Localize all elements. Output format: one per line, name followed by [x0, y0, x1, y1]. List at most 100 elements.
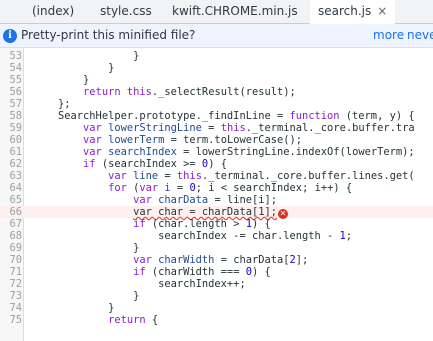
- code-token: }: [33, 242, 140, 254]
- code-line[interactable]: 72 searchIndex++;: [0, 278, 433, 290]
- code-line[interactable]: 70 var charWidth = charData[2];: [0, 254, 433, 266]
- code-token: ) {: [208, 158, 227, 170]
- code-token: searchIndex++;: [33, 278, 246, 290]
- line-number[interactable]: 66: [0, 206, 22, 218]
- never-link[interactable]: neve: [407, 24, 433, 47]
- code-line[interactable]: 75 return {: [0, 314, 433, 326]
- code-line[interactable]: 64 for (var i = 0; i < searchIndex; i++)…: [0, 182, 433, 194]
- code-token: var: [83, 122, 102, 134]
- pretty-print-infobar: i Pretty-print this minified file? more …: [0, 24, 433, 48]
- code-token: this: [220, 122, 246, 134]
- code-text: }: [33, 62, 114, 74]
- more-link[interactable]: more: [373, 24, 404, 47]
- line-number[interactable]: 64: [0, 182, 22, 194]
- code-line[interactable]: 63 var line = this._terminal._core.buffe…: [0, 170, 433, 182]
- line-number[interactable]: 61: [0, 146, 22, 158]
- code-line[interactable]: 53 }: [0, 50, 433, 62]
- line-number[interactable]: 62: [0, 158, 22, 170]
- line-number[interactable]: 58: [0, 110, 22, 122]
- code-line[interactable]: 74 }: [0, 302, 433, 314]
- code-text: if (char.length > 1) {: [33, 218, 271, 230]
- code-text: searchIndex -= char.length - 1;: [33, 230, 352, 242]
- code-line[interactable]: 69 }: [0, 242, 433, 254]
- line-number[interactable]: 63: [0, 170, 22, 182]
- tab-kwift-chrome-min-js[interactable]: kwift.CHROME.min.js: [172, 0, 298, 24]
- close-icon[interactable]: ×: [377, 4, 387, 18]
- code-token: function: [289, 110, 340, 122]
- line-number[interactable]: 56: [0, 86, 22, 98]
- code-text: var lowerTerm = term.toLowerCase();: [33, 134, 302, 146]
- line-number[interactable]: 74: [0, 302, 22, 314]
- line-number[interactable]: 71: [0, 266, 22, 278]
- code-line[interactable]: 60 var lowerTerm = term.toLowerCase();: [0, 134, 433, 146]
- code-token: ) {: [251, 266, 271, 278]
- code-token: this: [126, 86, 152, 98]
- code-token: var: [133, 194, 152, 206]
- code-line[interactable]: 55 }: [0, 74, 433, 86]
- line-number[interactable]: 57: [0, 98, 22, 110]
- line-number[interactable]: 73: [0, 290, 22, 302]
- code-line[interactable]: 71 if (charWidth === 0) {: [0, 266, 433, 278]
- code-token: }: [33, 302, 115, 314]
- tab-index[interactable]: (index): [32, 0, 74, 24]
- code-token: = lowerStringLine.indexOf(lowerTerm);: [176, 146, 415, 158]
- code-token: (term, y) {: [339, 110, 415, 122]
- code-token: return: [83, 86, 121, 98]
- code-line[interactable]: 67 if (char.length > 1) {: [0, 218, 433, 230]
- code-token: var: [139, 182, 159, 194]
- line-number[interactable]: 68: [0, 230, 22, 242]
- code-line[interactable]: 65 var charData = line[i];: [0, 194, 433, 206]
- line-number[interactable]: 69: [0, 242, 22, 254]
- infobar-message: Pretty-print this minified file?: [21, 28, 196, 42]
- tab-search-js[interactable]: search.js ×: [310, 0, 396, 24]
- code-line[interactable]: 57 };: [0, 98, 433, 110]
- code-token: charData: [151, 194, 209, 206]
- code-token: }: [33, 290, 140, 302]
- code-line[interactable]: 54 }: [0, 62, 433, 74]
- code-token: (: [126, 182, 140, 194]
- code-token: =: [158, 170, 177, 182]
- line-number[interactable]: 59: [0, 122, 22, 134]
- line-number[interactable]: 60: [0, 134, 22, 146]
- code-text: }: [33, 74, 89, 86]
- code-token: =: [170, 182, 190, 194]
- code-editor[interactable]: 53 } 54 } 55 } 56 return this._selectResult…: [0, 48, 433, 341]
- line-number[interactable]: 65: [0, 194, 22, 206]
- code-line[interactable]: 73 }: [0, 290, 433, 302]
- code-line[interactable]: 56 return this._selectResult(result);: [0, 86, 433, 98]
- code-text: for (var i = 0; i < searchIndex; i++) {: [33, 182, 352, 194]
- code-token: }: [33, 62, 115, 74]
- tab-style-css[interactable]: style.css: [100, 0, 152, 24]
- line-number[interactable]: 67: [0, 218, 22, 230]
- code-line[interactable]: 62 if (searchIndex >= 0) {: [0, 158, 433, 170]
- line-number[interactable]: 53: [0, 50, 22, 62]
- line-number[interactable]: 70: [0, 254, 22, 266]
- line-number[interactable]: 75: [0, 314, 22, 326]
- info-icon: i: [3, 29, 17, 43]
- code-line[interactable]: 59 var lowerStringLine = this._terminal.…: [0, 122, 433, 134]
- code-token: }: [33, 50, 140, 62]
- code-line[interactable]: 66 var char = charData[1]; ✕: [0, 206, 433, 219]
- code-text: return {: [33, 314, 158, 326]
- code-text: var charData = line[i];: [33, 194, 277, 206]
- line-number[interactable]: 55: [0, 74, 22, 86]
- line-number[interactable]: 72: [0, 278, 22, 290]
- code-token: return: [108, 314, 146, 326]
- code-text: if (charWidth === 0) {: [33, 266, 271, 278]
- line-number[interactable]: 54: [0, 62, 22, 74]
- code-line[interactable]: 58 SearchHelper.prototype._findInLine = …: [0, 110, 433, 122]
- code-token: ;: [345, 230, 353, 242]
- code-text: }: [33, 50, 139, 62]
- code-line[interactable]: 68 searchIndex -= char.length - 1;: [0, 230, 433, 242]
- code-text: };: [33, 98, 71, 110]
- code-token: var: [133, 254, 152, 266]
- code-token: if: [133, 266, 146, 278]
- code-text: var charWidth = charData[2];: [33, 254, 308, 266]
- code-line[interactable]: 61 var searchIndex = lowerStringLine.ind…: [0, 146, 433, 158]
- code-token: ; i < searchIndex; i++) {: [195, 182, 353, 194]
- code-token: ];: [295, 254, 309, 266]
